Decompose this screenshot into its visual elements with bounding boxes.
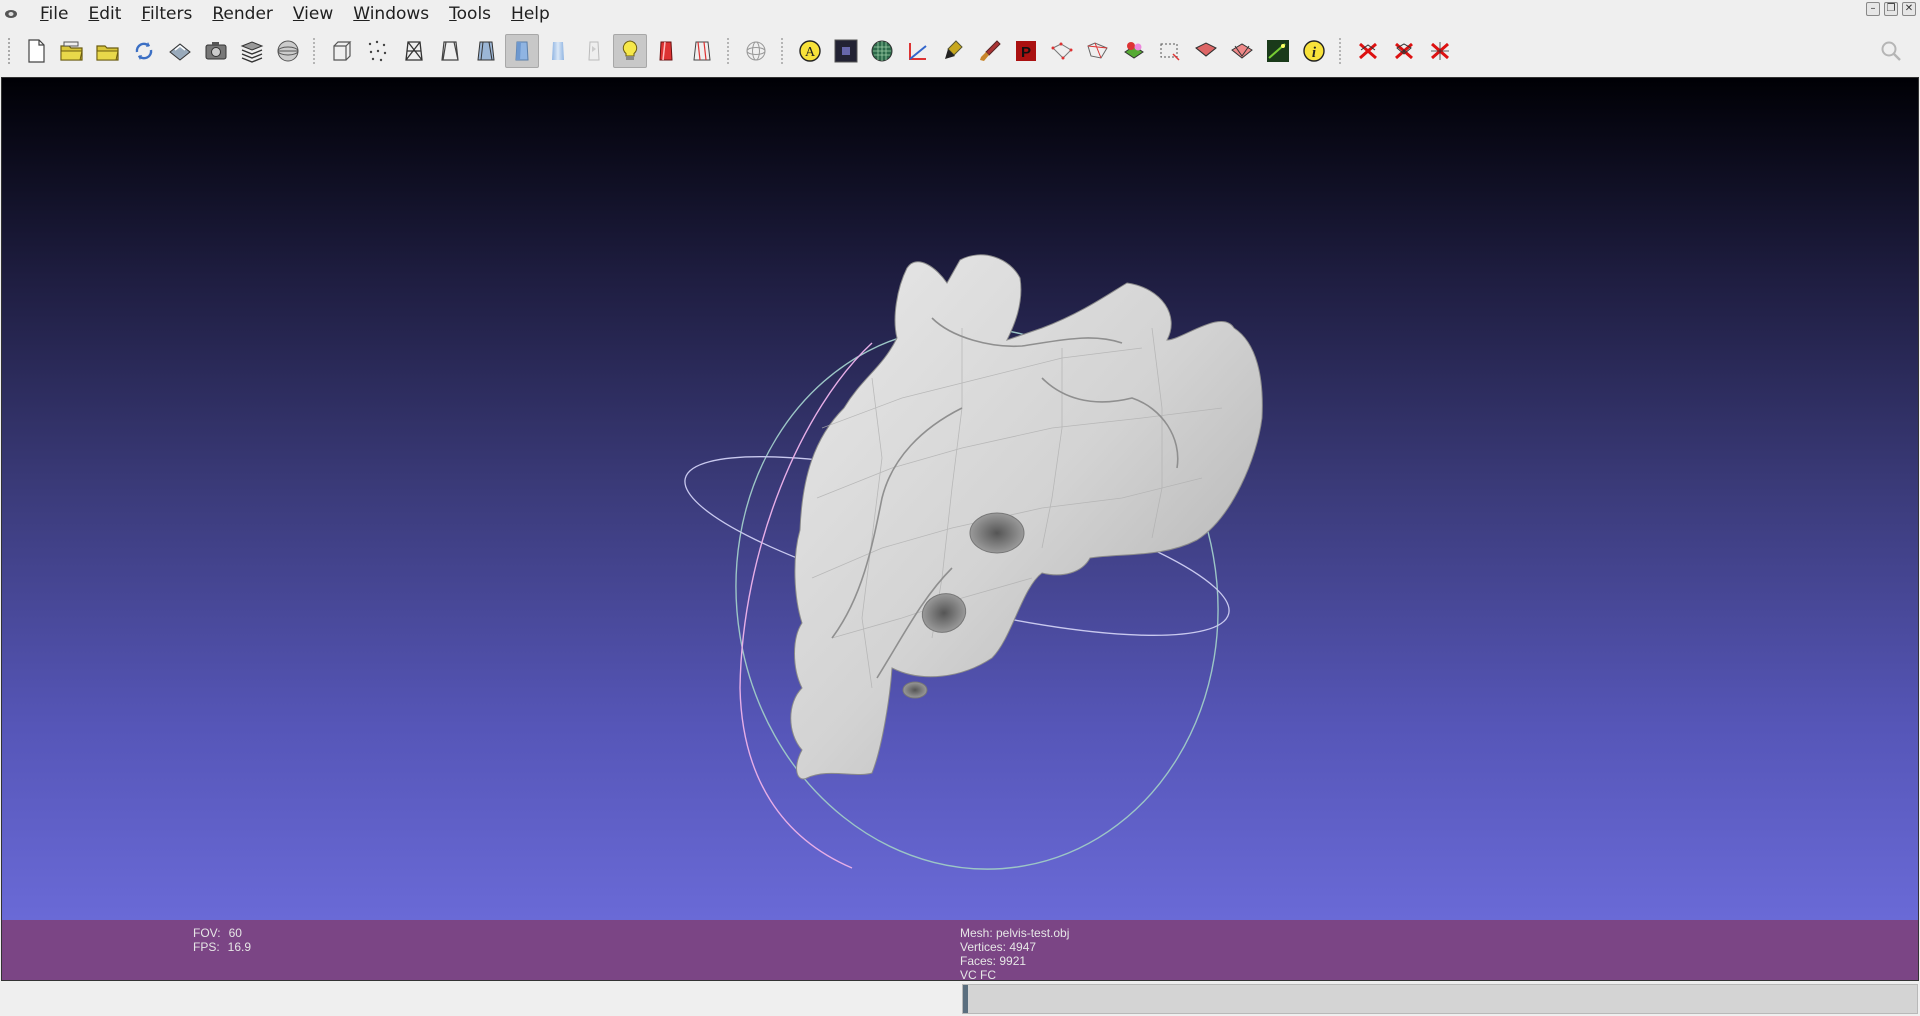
- hidden-lines-icon[interactable]: [433, 34, 467, 68]
- menu-view[interactable]: View: [283, 0, 343, 28]
- toolbar-separator: [1339, 38, 1343, 64]
- texture-icon[interactable]: [577, 34, 611, 68]
- menu-render[interactable]: Render: [202, 0, 283, 28]
- window-controls: – ❐ ✕: [1866, 2, 1916, 16]
- flat-lines-icon[interactable]: [469, 34, 503, 68]
- new-project-icon[interactable]: [19, 34, 53, 68]
- foramen-upper: [969, 512, 1025, 554]
- brush-icon[interactable]: [973, 34, 1007, 68]
- pelvis-mesh: [790, 254, 1263, 780]
- fov-fps-readout: FOV: 60 FPS: 16.9: [193, 926, 251, 954]
- menu-windows[interactable]: Windows: [343, 0, 439, 28]
- svg-text:P: P: [1021, 44, 1031, 61]
- export-mesh-icon[interactable]: [163, 34, 197, 68]
- delete-vertices-icon[interactable]: [1351, 34, 1385, 68]
- fps-label: FPS:: [193, 940, 220, 954]
- backface-icon[interactable]: [685, 34, 719, 68]
- fps-value: 16.9: [227, 940, 252, 954]
- flat-icon[interactable]: [505, 34, 539, 68]
- delete-faces-icon[interactable]: [1423, 34, 1457, 68]
- main-toolbar: A P i: [0, 32, 1920, 70]
- search-icon[interactable]: [1876, 36, 1906, 66]
- toolbar-grip[interactable]: [8, 38, 12, 64]
- import-mesh-icon[interactable]: [91, 34, 125, 68]
- minimize-button[interactable]: –: [1866, 2, 1880, 16]
- paint-icon[interactable]: [937, 34, 971, 68]
- progress-indicator: [963, 985, 968, 1013]
- foramen-lower: [902, 681, 928, 699]
- info-overlay: FOV: 60 FPS: 16.9 Mesh: pelvis-test.obj Ve…: [2, 920, 1918, 980]
- select-region-icon[interactable]: [1153, 34, 1187, 68]
- trackball-icon[interactable]: [739, 34, 773, 68]
- layers-icon[interactable]: [235, 34, 269, 68]
- bbox-icon[interactable]: [325, 34, 359, 68]
- z-painting-icon[interactable]: [1117, 34, 1151, 68]
- annotate-icon[interactable]: A: [793, 34, 827, 68]
- mesh-name: Mesh: pelvis-test.obj: [960, 926, 1070, 940]
- mesh-render: [684, 254, 1263, 870]
- info-icon[interactable]: i: [1297, 34, 1331, 68]
- vertex-count: Vertices: 4947: [960, 940, 1037, 954]
- light-icon[interactable]: [613, 34, 647, 68]
- reload-icon[interactable]: [127, 34, 161, 68]
- face-count: Faces: 9921: [960, 954, 1027, 968]
- texture-grid-icon[interactable]: [865, 34, 899, 68]
- toolbar-separator: [781, 38, 785, 64]
- snapshot-icon[interactable]: [199, 34, 233, 68]
- points-icon[interactable]: [361, 34, 395, 68]
- open-project-icon[interactable]: [55, 34, 89, 68]
- edit-faces-icon[interactable]: [1261, 34, 1295, 68]
- 3d-viewport[interactable]: FOV: 60 FPS: 16.9 Mesh: pelvis-test.obj Ve…: [1, 77, 1919, 981]
- progress-bar: [962, 984, 1918, 1014]
- app-logo-icon: [2, 5, 20, 23]
- close-button[interactable]: ✕: [1902, 2, 1916, 16]
- toolbar-separator: [727, 38, 731, 64]
- menu-tools[interactable]: Tools: [439, 0, 501, 28]
- color-icon[interactable]: [649, 34, 683, 68]
- pick-points-icon[interactable]: P: [1009, 34, 1043, 68]
- select-connected-icon[interactable]: [1081, 34, 1115, 68]
- toolbar-separator: [313, 38, 317, 64]
- select-faces-icon[interactable]: [1189, 34, 1223, 68]
- menu-filters[interactable]: Filters: [131, 0, 202, 28]
- measure-icon[interactable]: [901, 34, 935, 68]
- mesh-info: Mesh: pelvis-test.obj Vertices: 4947 Fac…: [960, 926, 1070, 981]
- fov-value: 60: [228, 926, 242, 940]
- svg-text:A: A: [805, 45, 816, 60]
- delete-faces-vertices-icon[interactable]: [1387, 34, 1421, 68]
- menu-edit[interactable]: Edit: [78, 0, 131, 28]
- mesh-attributes: VC FC: [960, 968, 996, 981]
- menu-file[interactable]: File: [30, 0, 78, 28]
- select-vertices-icon[interactable]: [1045, 34, 1079, 68]
- render-mode-icon[interactable]: [271, 34, 305, 68]
- fov-label: FOV:: [193, 926, 221, 940]
- restore-button[interactable]: ❐: [1884, 2, 1898, 16]
- wireframe-icon[interactable]: [397, 34, 431, 68]
- menubar: File Edit Filters Render View Windows To…: [0, 0, 1920, 28]
- menu-help[interactable]: Help: [501, 0, 560, 28]
- smooth-icon[interactable]: [541, 34, 575, 68]
- raster-icon[interactable]: [829, 34, 863, 68]
- align-icon[interactable]: [1225, 34, 1259, 68]
- statusbar: [0, 982, 1920, 1016]
- meshlab-window: File Edit Filters Render View Windows To…: [0, 0, 1920, 1016]
